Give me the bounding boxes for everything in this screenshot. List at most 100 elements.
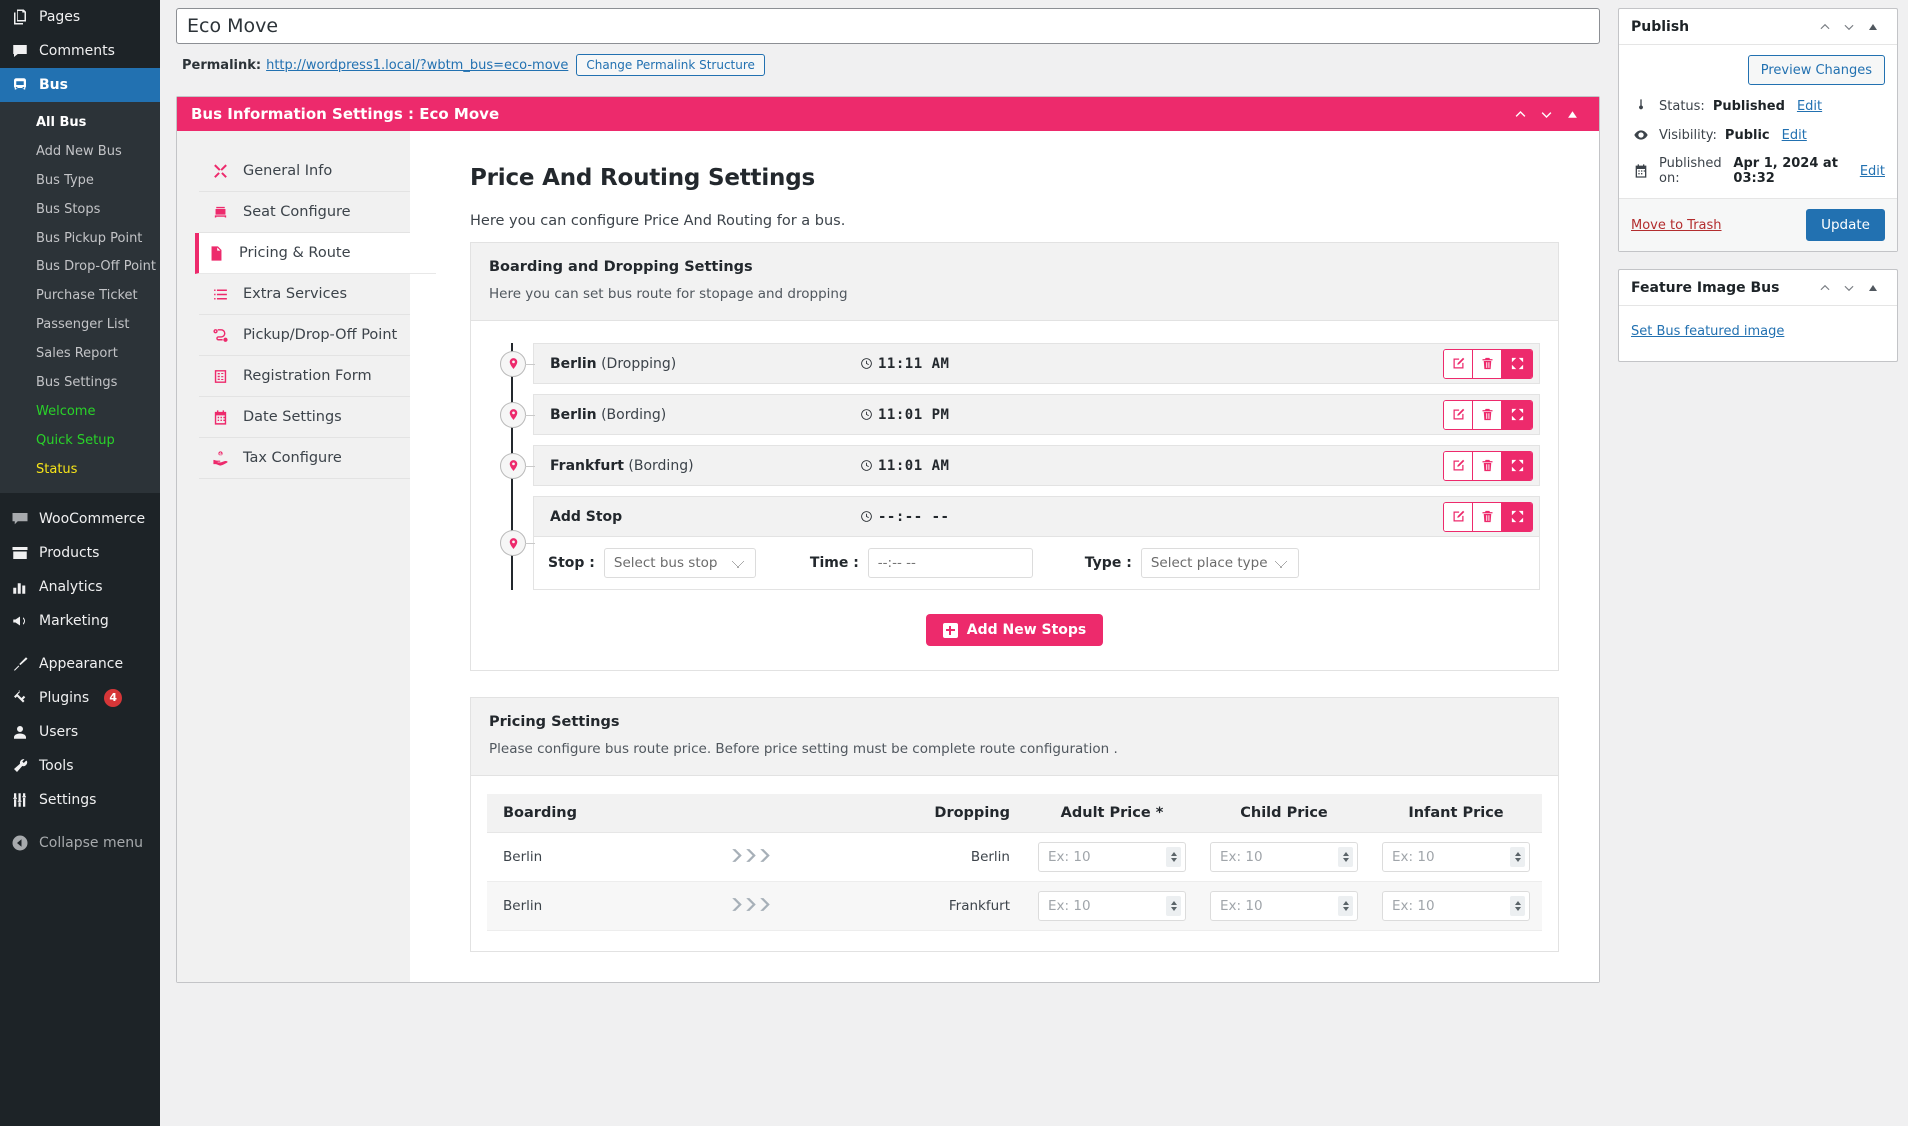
tab-extra-services[interactable]: Extra Services (199, 274, 410, 315)
feature-image-header: Feature Image Bus (1619, 270, 1897, 306)
spinner-infant-price-input[interactable] (1510, 847, 1525, 867)
child-price-input[interactable] (1210, 842, 1358, 872)
sidebar-item-tools[interactable]: Tools (0, 749, 160, 783)
spinner-child-price-input[interactable] (1338, 896, 1353, 916)
submenu-item-bus-stops[interactable]: Bus Stops (0, 196, 160, 225)
move-down-icon[interactable] (1837, 15, 1861, 39)
stop-actions (1443, 501, 1533, 532)
permalink-url[interactable]: http://wordpress1.local/?wbtm_bus=eco-mo… (266, 58, 568, 73)
move-resize-icon[interactable] (1502, 400, 1532, 429)
move-up-icon[interactable] (1813, 276, 1837, 300)
edit-icon[interactable] (1444, 400, 1473, 429)
infant-price-input[interactable] (1382, 842, 1530, 872)
move-resize-icon[interactable] (1502, 502, 1532, 531)
tab-general-info[interactable]: General Info (199, 151, 410, 192)
sidebar-item-label: Appearance (39, 655, 124, 672)
spinner-infant-price-input[interactable] (1510, 896, 1525, 916)
submenu-item-bus-pickup-point[interactable]: Bus Pickup Point (0, 225, 160, 254)
visibility-value: Public (1724, 127, 1770, 143)
submenu-item-bus-drop-off-point[interactable]: Bus Drop-Off Point (0, 253, 160, 282)
sidebar-item-comments[interactable]: Comments (0, 34, 160, 68)
spinner-adult-price-input[interactable] (1166, 847, 1181, 867)
map-pin-icon (500, 452, 535, 479)
sidebar-item-products[interactable]: Products (0, 536, 160, 570)
move-resize-icon[interactable] (1502, 349, 1532, 378)
sidebar-item-collapse-menu[interactable]: Collapse menu (0, 826, 160, 860)
submenu-item-sales-report[interactable]: Sales Report (0, 340, 160, 369)
sidebar-item-label: Analytics (39, 578, 103, 595)
pricing-table-body: BerlinBerlinBerlinFrankfurt (487, 832, 1542, 931)
submenu-item-status[interactable]: Status (0, 456, 160, 485)
table-row: Berlin Frankfurt (487, 881, 1542, 931)
sidebar-item-users[interactable]: Users (0, 715, 160, 749)
tab-label: Tax Configure (243, 450, 342, 466)
published-label: Published on: (1659, 156, 1722, 186)
submenu-item-passenger-list[interactable]: Passenger List (0, 311, 160, 340)
status-edit-link[interactable]: Edit (1797, 99, 1822, 114)
move-resize-icon[interactable] (1502, 451, 1532, 480)
infant-price-input[interactable] (1382, 891, 1530, 921)
delete-icon[interactable] (1473, 451, 1502, 480)
sidebar-item-marketing[interactable]: Marketing (0, 604, 160, 638)
move-to-trash-link[interactable]: Move to Trash (1631, 218, 1722, 233)
spinner-child-price-input[interactable] (1338, 847, 1353, 867)
preview-changes-button[interactable]: Preview Changes (1747, 55, 1885, 85)
delete-icon[interactable] (1473, 502, 1502, 531)
time-input[interactable] (867, 548, 1033, 578)
toggle-panel-icon[interactable] (1861, 15, 1885, 39)
move-down-icon[interactable] (1837, 276, 1861, 300)
clock-icon (861, 409, 872, 420)
sidebar-item-pages[interactable]: Pages (0, 0, 160, 34)
submenu-item-quick-setup[interactable]: Quick Setup (0, 427, 160, 456)
toggle-panel-icon[interactable] (1559, 101, 1585, 127)
sidebar-item-bus[interactable]: Bus (0, 68, 168, 102)
move-down-icon[interactable] (1533, 101, 1559, 127)
change-permalink-button[interactable]: Change Permalink Structure (576, 54, 765, 76)
tab-date-settings[interactable]: Date Settings (199, 397, 410, 438)
adult-price-input[interactable] (1038, 842, 1186, 872)
sidebar-item-analytics[interactable]: Analytics (0, 570, 160, 604)
sidebar-item-appearance[interactable]: Appearance (0, 647, 160, 681)
post-title-field[interactable]: Eco Move (176, 8, 1600, 44)
visibility-edit-link[interactable]: Edit (1782, 128, 1807, 143)
edit-icon[interactable] (1444, 349, 1473, 378)
move-up-icon[interactable] (1507, 101, 1533, 127)
set-featured-image-link[interactable]: Set Bus featured image (1631, 324, 1784, 339)
child-price-input[interactable] (1210, 891, 1358, 921)
submenu-item-welcome[interactable]: Welcome (0, 398, 160, 427)
submenu-item-bus-type[interactable]: Bus Type (0, 167, 160, 196)
delete-icon[interactable] (1473, 400, 1502, 429)
toggle-panel-icon[interactable] (1861, 276, 1885, 300)
sidebar-item-label: Comments (39, 43, 115, 59)
submenu-item-all-bus[interactable]: All Bus (0, 109, 160, 138)
add-new-stops-button[interactable]: Add New Stops (925, 614, 1104, 646)
submenu-item-bus-settings[interactable]: Bus Settings (0, 369, 160, 398)
submenu-item-add-new-bus[interactable]: Add New Bus (0, 138, 160, 167)
move-up-icon[interactable] (1813, 15, 1837, 39)
route-stop-item: Frankfurt (Bording) 11:01 AM (500, 445, 1540, 486)
delete-icon[interactable] (1473, 349, 1502, 378)
arrow-right-icon (732, 846, 776, 865)
update-button[interactable]: Update (1806, 209, 1885, 241)
bus-stop-select[interactable]: Select bus stop (603, 548, 756, 578)
tab-tax-configure[interactable]: Tax Configure (199, 438, 410, 479)
settings-tab-list: General Info Seat Configure Pricing & Rout… (177, 131, 436, 982)
tab-registration-form[interactable]: Registration Form (199, 356, 410, 397)
sidebar-item-settings[interactable]: Settings (0, 783, 160, 817)
sidebar-item-woocommerce[interactable]: WooCommerce (0, 502, 160, 536)
stop-field: Stop : Select bus stop (548, 548, 756, 578)
tab-pricing-route[interactable]: Pricing & Route (195, 233, 436, 274)
adult-price-input[interactable] (1038, 891, 1186, 921)
edit-icon[interactable] (1444, 451, 1473, 480)
tab-seat-configure[interactable]: Seat Configure (199, 192, 410, 233)
edit-icon[interactable] (1444, 502, 1473, 531)
spinner-adult-price-input[interactable] (1166, 896, 1181, 916)
sidebar-item-plugins[interactable]: Plugins 4 (0, 681, 160, 715)
tab-pickup-drop-off-point[interactable]: Pickup/Drop-Off Point (199, 315, 410, 356)
submenu-item-purchase-ticket[interactable]: Purchase Ticket (0, 282, 160, 311)
published-edit-link[interactable]: Edit (1860, 164, 1885, 179)
stop-actions (1443, 348, 1533, 379)
pricing-card-header: Pricing Settings Please configure bus ro… (471, 698, 1558, 776)
stop-type: (Bording) (628, 457, 694, 474)
place-type-select[interactable]: Select place type (1140, 548, 1299, 578)
